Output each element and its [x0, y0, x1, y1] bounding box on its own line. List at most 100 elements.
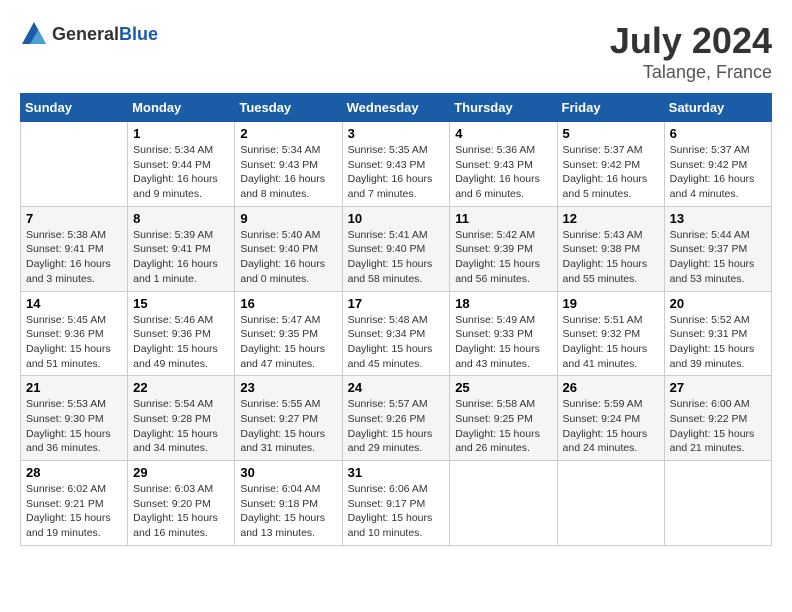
calendar-cell: 24 Sunrise: 5:57 AMSunset: 9:26 PMDayligh…: [342, 376, 450, 461]
day-number: 20: [670, 296, 766, 311]
day-info: Sunrise: 5:57 AMSunset: 9:26 PMDaylight:…: [348, 397, 445, 456]
day-info: Sunrise: 5:35 AMSunset: 9:43 PMDaylight:…: [348, 143, 445, 202]
calendar-cell: 4 Sunrise: 5:36 AMSunset: 9:43 PMDaylight…: [450, 122, 557, 207]
day-info: Sunrise: 5:37 AMSunset: 9:42 PMDaylight:…: [670, 143, 766, 202]
weekday-row: SundayMondayTuesdayWednesdayThursdayFrid…: [21, 94, 772, 122]
calendar-cell: [21, 122, 128, 207]
calendar-cell: 12Sunrise: 5:43 AMSunset: 9:38 PMDayligh…: [557, 206, 664, 291]
day-number: 26: [563, 380, 659, 395]
day-info: Sunrise: 5:34 AMSunset: 9:43 PMDaylight:…: [240, 143, 336, 202]
day-number: 1: [133, 126, 229, 141]
day-number: 30: [240, 465, 336, 480]
calendar-week-row: 1 Sunrise: 5:34 AMSunset: 9:44 PMDaylight…: [21, 122, 772, 207]
weekday-header-thursday: Thursday: [450, 94, 557, 122]
day-info: Sunrise: 5:49 AMSunset: 9:33 PMDaylight:…: [455, 313, 551, 372]
day-info: Sunrise: 5:38 AMSunset: 9:41 PMDaylight:…: [26, 228, 122, 287]
day-info: Sunrise: 5:34 AMSunset: 9:44 PMDaylight:…: [133, 143, 229, 202]
calendar-cell: 8 Sunrise: 5:39 AMSunset: 9:41 PMDaylight…: [128, 206, 235, 291]
day-number: 28: [26, 465, 122, 480]
calendar-cell: 18 Sunrise: 5:49 AMSunset: 9:33 PMDayligh…: [450, 291, 557, 376]
day-info: Sunrise: 6:02 AMSunset: 9:21 PMDaylight:…: [26, 482, 122, 541]
calendar-cell: 7 Sunrise: 5:38 AMSunset: 9:41 PMDaylight…: [21, 206, 128, 291]
calendar-body: 1 Sunrise: 5:34 AMSunset: 9:44 PMDaylight…: [21, 122, 772, 546]
day-info: Sunrise: 5:39 AMSunset: 9:41 PMDaylight:…: [133, 228, 229, 287]
day-info: Sunrise: 5:48 AMSunset: 9:34 PMDaylight:…: [348, 313, 445, 372]
day-info: Sunrise: 5:59 AMSunset: 9:24 PMDaylight:…: [563, 397, 659, 456]
day-info: Sunrise: 5:42 AMSunset: 9:39 PMDaylight:…: [455, 228, 551, 287]
calendar-cell: 13Sunrise: 5:44 AMSunset: 9:37 PMDayligh…: [664, 206, 771, 291]
calendar-cell: 10 Sunrise: 5:41 AMSunset: 9:40 PMDayligh…: [342, 206, 450, 291]
day-number: 12: [563, 211, 659, 226]
calendar-cell: 22 Sunrise: 5:54 AMSunset: 9:28 PMDayligh…: [128, 376, 235, 461]
weekday-header-sunday: Sunday: [21, 94, 128, 122]
calendar-week-row: 14 Sunrise: 5:45 AMSunset: 9:36 PMDayligh…: [21, 291, 772, 376]
day-number: 10: [348, 211, 445, 226]
logo-general: General: [52, 24, 119, 44]
calendar-cell: 16Sunrise: 5:47 AMSunset: 9:35 PMDayligh…: [235, 291, 342, 376]
calendar-cell: 1 Sunrise: 5:34 AMSunset: 9:44 PMDaylight…: [128, 122, 235, 207]
calendar-week-row: 21Sunrise: 5:53 AMSunset: 9:30 PMDayligh…: [21, 376, 772, 461]
calendar-cell: 15 Sunrise: 5:46 AMSunset: 9:36 PMDayligh…: [128, 291, 235, 376]
day-info: Sunrise: 6:04 AMSunset: 9:18 PMDaylight:…: [240, 482, 336, 541]
calendar-cell: 9Sunrise: 5:40 AMSunset: 9:40 PMDaylight…: [235, 206, 342, 291]
day-info: Sunrise: 6:00 AMSunset: 9:22 PMDaylight:…: [670, 397, 766, 456]
day-info: Sunrise: 5:55 AMSunset: 9:27 PMDaylight:…: [240, 397, 336, 456]
day-number: 22: [133, 380, 229, 395]
day-info: Sunrise: 5:45 AMSunset: 9:36 PMDaylight:…: [26, 313, 122, 372]
calendar-cell: 20Sunrise: 5:52 AMSunset: 9:31 PMDayligh…: [664, 291, 771, 376]
day-info: Sunrise: 6:06 AMSunset: 9:17 PMDaylight:…: [348, 482, 445, 541]
calendar-header: SundayMondayTuesdayWednesdayThursdayFrid…: [21, 94, 772, 122]
day-number: 14: [26, 296, 122, 311]
calendar-cell: 25 Sunrise: 5:58 AMSunset: 9:25 PMDayligh…: [450, 376, 557, 461]
calendar-cell: 23Sunrise: 5:55 AMSunset: 9:27 PMDayligh…: [235, 376, 342, 461]
month-title: July 2024: [610, 20, 772, 62]
weekday-header-monday: Monday: [128, 94, 235, 122]
calendar-week-row: 7 Sunrise: 5:38 AMSunset: 9:41 PMDaylight…: [21, 206, 772, 291]
day-info: Sunrise: 5:54 AMSunset: 9:28 PMDaylight:…: [133, 397, 229, 456]
calendar-cell: 31Sunrise: 6:06 AMSunset: 9:17 PMDayligh…: [342, 461, 450, 546]
weekday-header-friday: Friday: [557, 94, 664, 122]
calendar-cell: 30 Sunrise: 6:04 AMSunset: 9:18 PMDayligh…: [235, 461, 342, 546]
day-number: 13: [670, 211, 766, 226]
calendar-week-row: 28 Sunrise: 6:02 AMSunset: 9:21 PMDayligh…: [21, 461, 772, 546]
calendar-cell: [450, 461, 557, 546]
calendar-cell: 21Sunrise: 5:53 AMSunset: 9:30 PMDayligh…: [21, 376, 128, 461]
day-info: Sunrise: 5:51 AMSunset: 9:32 PMDaylight:…: [563, 313, 659, 372]
location-title: Talange, France: [610, 62, 772, 83]
calendar-cell: 27Sunrise: 6:00 AMSunset: 9:22 PMDayligh…: [664, 376, 771, 461]
day-number: 6: [670, 126, 766, 141]
weekday-header-tuesday: Tuesday: [235, 94, 342, 122]
calendar-cell: 26 Sunrise: 5:59 AMSunset: 9:24 PMDayligh…: [557, 376, 664, 461]
day-number: 18: [455, 296, 551, 311]
calendar-table: SundayMondayTuesdayWednesdayThursdayFrid…: [20, 93, 772, 546]
page-header: GeneralBlue July 2024 Talange, France: [20, 20, 772, 83]
calendar-cell: 3Sunrise: 5:35 AMSunset: 9:43 PMDaylight…: [342, 122, 450, 207]
day-info: Sunrise: 5:58 AMSunset: 9:25 PMDaylight:…: [455, 397, 551, 456]
weekday-header-wednesday: Wednesday: [342, 94, 450, 122]
day-info: Sunrise: 5:37 AMSunset: 9:42 PMDaylight:…: [563, 143, 659, 202]
day-number: 7: [26, 211, 122, 226]
logo: GeneralBlue: [20, 20, 158, 48]
day-number: 15: [133, 296, 229, 311]
calendar-cell: [664, 461, 771, 546]
day-info: Sunrise: 5:41 AMSunset: 9:40 PMDaylight:…: [348, 228, 445, 287]
day-number: 17: [348, 296, 445, 311]
day-number: 8: [133, 211, 229, 226]
calendar-cell: 28 Sunrise: 6:02 AMSunset: 9:21 PMDayligh…: [21, 461, 128, 546]
day-info: Sunrise: 5:53 AMSunset: 9:30 PMDaylight:…: [26, 397, 122, 456]
logo-blue: Blue: [119, 24, 158, 44]
day-info: Sunrise: 5:36 AMSunset: 9:43 PMDaylight:…: [455, 143, 551, 202]
logo-icon: [20, 20, 48, 48]
day-info: Sunrise: 5:46 AMSunset: 9:36 PMDaylight:…: [133, 313, 229, 372]
day-number: 24: [348, 380, 445, 395]
day-info: Sunrise: 5:40 AMSunset: 9:40 PMDaylight:…: [240, 228, 336, 287]
calendar-cell: 2 Sunrise: 5:34 AMSunset: 9:43 PMDaylight…: [235, 122, 342, 207]
calendar-cell: 11Sunrise: 5:42 AMSunset: 9:39 PMDayligh…: [450, 206, 557, 291]
day-number: 4: [455, 126, 551, 141]
calendar-cell: 6 Sunrise: 5:37 AMSunset: 9:42 PMDaylight…: [664, 122, 771, 207]
day-info: Sunrise: 6:03 AMSunset: 9:20 PMDaylight:…: [133, 482, 229, 541]
day-number: 2: [240, 126, 336, 141]
weekday-header-saturday: Saturday: [664, 94, 771, 122]
day-number: 25: [455, 380, 551, 395]
calendar-cell: 29Sunrise: 6:03 AMSunset: 9:20 PMDayligh…: [128, 461, 235, 546]
